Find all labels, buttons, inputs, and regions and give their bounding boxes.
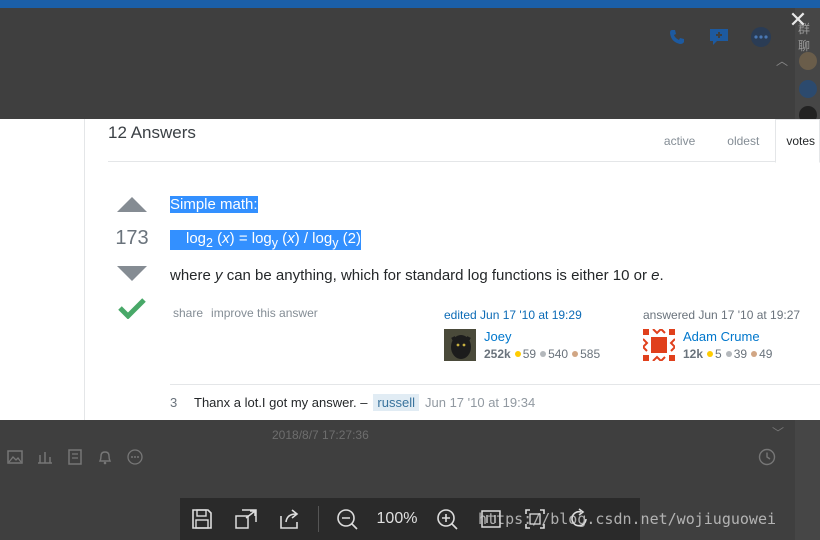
input-toolbar [6, 448, 144, 466]
zoom-out-button[interactable] [325, 498, 369, 540]
downvote-button[interactable] [117, 266, 147, 281]
reputation-score: 12k [683, 347, 704, 361]
answered-time-link[interactable]: answered Jun 17 '10 at 19:27 [643, 308, 800, 322]
message-timestamp: 2018/8/7 17:27:36 [272, 428, 369, 442]
explanation-text: where [170, 267, 216, 284]
share-button[interactable] [268, 498, 312, 540]
comment: 3 Thanx a lot.I got my answer. – russell… [170, 394, 535, 411]
gold-badge-icon [514, 351, 521, 358]
silver-badge-count: 540 [548, 347, 569, 361]
formula-text: ( [212, 230, 223, 247]
author-name-link[interactable]: Adam Crume [683, 329, 772, 344]
edited-time-link[interactable]: edited Jun 17 '10 at 19:29 [444, 308, 600, 322]
app-title-bar [0, 0, 820, 8]
divider [318, 506, 319, 532]
file-icon[interactable] [66, 448, 84, 466]
comment-text: Thanx a lot.I got my answer. – [194, 395, 368, 410]
formula-text: ) / log [294, 230, 333, 247]
improve-answer-link[interactable]: improve this answer [211, 306, 318, 320]
bronze-badge-count: 49 [759, 347, 773, 361]
formula-text: ) = log [229, 230, 272, 247]
chat-header-actions [666, 26, 772, 48]
avatar[interactable] [444, 329, 476, 361]
chevron-down-icon[interactable]: ﹀ [772, 424, 784, 441]
selected-text: Simple math: [170, 196, 258, 213]
author-signature: answered Jun 17 '10 at 19:27 Adam Crume … [643, 308, 800, 361]
editor-signature: edited Jun 17 '10 at 19:29 Joey 252k 59 54… [444, 308, 600, 361]
formula-var: x [222, 230, 230, 247]
silver-badge-icon [725, 351, 732, 358]
chart-icon[interactable] [36, 448, 54, 466]
tab-active[interactable]: active [648, 119, 711, 163]
history-icon[interactable] [758, 448, 776, 471]
reputation: 12k 5 39 49 [683, 347, 772, 361]
chevron-up-icon[interactable]: ︿ [776, 52, 788, 69]
more-icon[interactable] [126, 448, 144, 466]
avatar[interactable] [799, 80, 817, 98]
answer-line-explanation: where y can be anything, which for stand… [170, 267, 664, 284]
bronze-badge-count: 585 [580, 347, 601, 361]
vote-count: 173 [115, 227, 149, 249]
bell-icon[interactable] [96, 448, 114, 466]
reputation: 252k 59 540 585 [484, 347, 600, 361]
viewed-image: 12 Answers active oldest votes 173 Simpl… [0, 119, 820, 420]
silver-badge-count: 39 [733, 347, 748, 361]
reputation-score: 252k [484, 347, 511, 361]
silver-badge-icon [540, 351, 547, 358]
more-icon[interactable] [750, 26, 772, 48]
editor-name-link[interactable]: Joey [484, 329, 600, 344]
answers-count-title: 12 Answers [108, 123, 196, 142]
watermark: https://blog.csdn.net/wojiuguowei [478, 510, 777, 528]
post-menu: share improve this answer [173, 306, 318, 320]
formula-text: ( [278, 230, 288, 247]
avatar[interactable] [799, 52, 817, 70]
tab-oldest[interactable]: oldest [711, 119, 775, 163]
accepted-check-icon [108, 297, 156, 324]
bronze-badge-icon [751, 351, 758, 358]
formula-subscript: 2 [206, 236, 213, 250]
gold-badge-count: 5 [715, 347, 722, 361]
vote-cell: 173 [108, 197, 156, 324]
answers-header: 12 Answers active oldest votes [108, 119, 820, 163]
formula-var: x [287, 230, 295, 247]
answer-formula: log2 (x) = logy (x) / logy (2) [170, 230, 361, 250]
open-in-window-button[interactable] [224, 498, 268, 540]
phone-icon[interactable] [666, 26, 688, 48]
image-icon[interactable] [6, 448, 24, 466]
formula-text: log [186, 230, 207, 247]
zoom-in-button[interactable] [425, 498, 469, 540]
explanation-text: . [659, 267, 664, 284]
comment-user-link[interactable]: russell [373, 394, 419, 411]
tab-votes[interactable]: votes [775, 119, 820, 163]
explanation-var: y [215, 267, 223, 284]
sort-tabs: active oldest votes [648, 119, 820, 163]
gold-badge-count: 59 [522, 347, 537, 361]
share-link[interactable]: share [173, 306, 203, 320]
close-viewer-button[interactable]: ✕ [788, 9, 808, 31]
avatar[interactable] [643, 329, 675, 361]
formula-text: (2) [338, 230, 361, 247]
answer-line-intro: Simple math: [170, 196, 258, 213]
zoom-level: 100% [376, 510, 418, 527]
save-button[interactable] [180, 498, 224, 540]
add-chat-icon[interactable] [708, 26, 730, 48]
editor-user: Joey 252k 59 540 585 [444, 329, 600, 361]
divider [170, 384, 820, 385]
comment-date-link[interactable]: Jun 17 '10 at 19:34 [425, 395, 535, 410]
comment-score: 3 [170, 395, 178, 410]
upvote-button[interactable] [117, 197, 147, 212]
bronze-badge-icon [572, 351, 579, 358]
divider [84, 119, 85, 420]
gold-badge-icon [707, 351, 714, 358]
author-user: Adam Crume 12k 5 39 49 [643, 329, 800, 361]
explanation-text: can be anything, which for standard log … [222, 267, 652, 284]
